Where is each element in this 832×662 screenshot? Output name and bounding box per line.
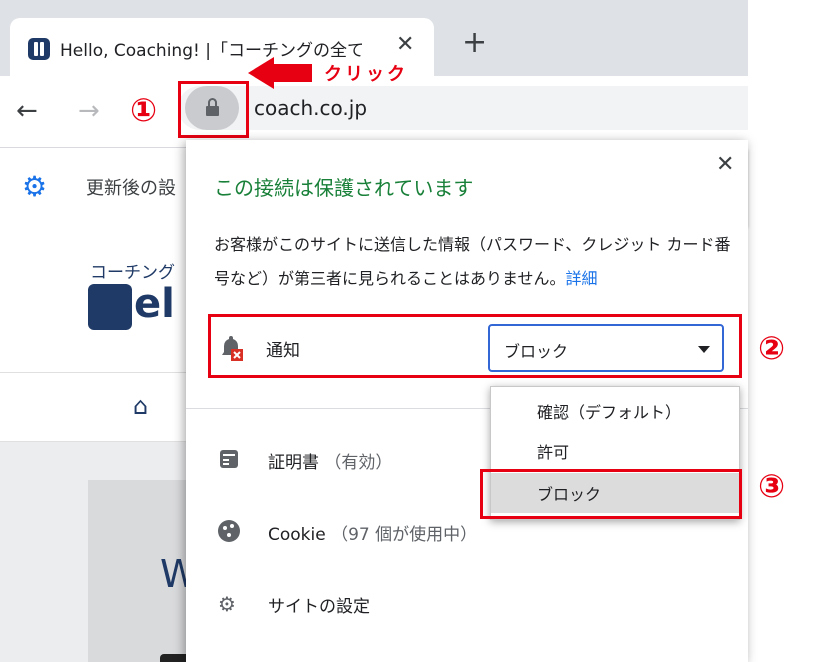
close-icon[interactable]: ✕ bbox=[716, 152, 734, 177]
cookie-icon bbox=[218, 520, 240, 542]
new-tab-button[interactable]: + bbox=[462, 28, 487, 58]
site-settings-label: サイトの設定 bbox=[268, 597, 370, 617]
cookie-status: （97 個が使用中） bbox=[331, 525, 478, 545]
site-logo-mark bbox=[88, 284, 132, 330]
highlight-box-step1 bbox=[178, 81, 249, 138]
url-text[interactable]: coach.co.jp bbox=[254, 96, 367, 120]
forward-button[interactable]: → bbox=[78, 96, 100, 126]
certificate-text: 証明書 bbox=[268, 453, 319, 473]
back-button[interactable]: ← bbox=[16, 96, 38, 126]
site-logo-text: el bbox=[134, 281, 175, 327]
step1-number: ① bbox=[130, 91, 158, 129]
favicon-icon bbox=[28, 38, 50, 60]
tab-title: Hello, Coaching! |「コーチングの全て bbox=[60, 41, 364, 61]
step3-number: ③ bbox=[758, 467, 786, 505]
tab-close-icon[interactable]: ✕ bbox=[396, 32, 414, 57]
connection-secure-title: この接続は保護されています bbox=[214, 176, 474, 200]
site-settings-row[interactable]: ⚙ サイトの設定 bbox=[186, 584, 748, 624]
settings-gear-icon: ⚙ bbox=[218, 592, 236, 616]
dropdown-option-label: 許可 bbox=[537, 443, 570, 462]
bookmark-item[interactable]: 更新後の設 bbox=[86, 174, 176, 200]
certificate-label: 証明書 （有効） bbox=[268, 448, 392, 473]
description-text: お客様がこのサイトに送信した情報（パスワード、クレジット カード番号など）が第三… bbox=[214, 235, 731, 288]
connection-description: お客様がこのサイトに送信した情報（パスワード、クレジット カード番号など）が第三… bbox=[214, 228, 734, 296]
address-bar[interactable]: coach.co.jp bbox=[178, 86, 748, 130]
dropdown-option-allow[interactable]: 許可 bbox=[491, 431, 739, 471]
certificate-status: （有効） bbox=[324, 453, 393, 473]
arrow-icon bbox=[248, 57, 274, 89]
browser-toolbar: ← → coach.co.jp bbox=[0, 76, 748, 148]
cookie-label: Cookie （97 個が使用中） bbox=[268, 520, 477, 545]
arrow-shaft bbox=[272, 64, 312, 82]
dropdown-option-ask[interactable]: 確認（デフォルト） bbox=[491, 391, 739, 431]
step2-number: ② bbox=[758, 329, 786, 367]
click-annotation: クリック bbox=[324, 64, 408, 85]
home-icon[interactable]: ⌂ bbox=[133, 392, 148, 420]
gear-icon: ⚙ bbox=[22, 170, 48, 203]
details-link[interactable]: 詳細 bbox=[566, 269, 598, 288]
dropdown-option-label: 確認（デフォルト） bbox=[537, 403, 682, 422]
highlight-box-step2 bbox=[208, 314, 742, 378]
highlight-box-step3 bbox=[480, 469, 742, 519]
certificate-icon bbox=[220, 450, 238, 468]
cookie-text: Cookie bbox=[268, 525, 326, 545]
site-subtitle: コーチング bbox=[90, 263, 175, 283]
